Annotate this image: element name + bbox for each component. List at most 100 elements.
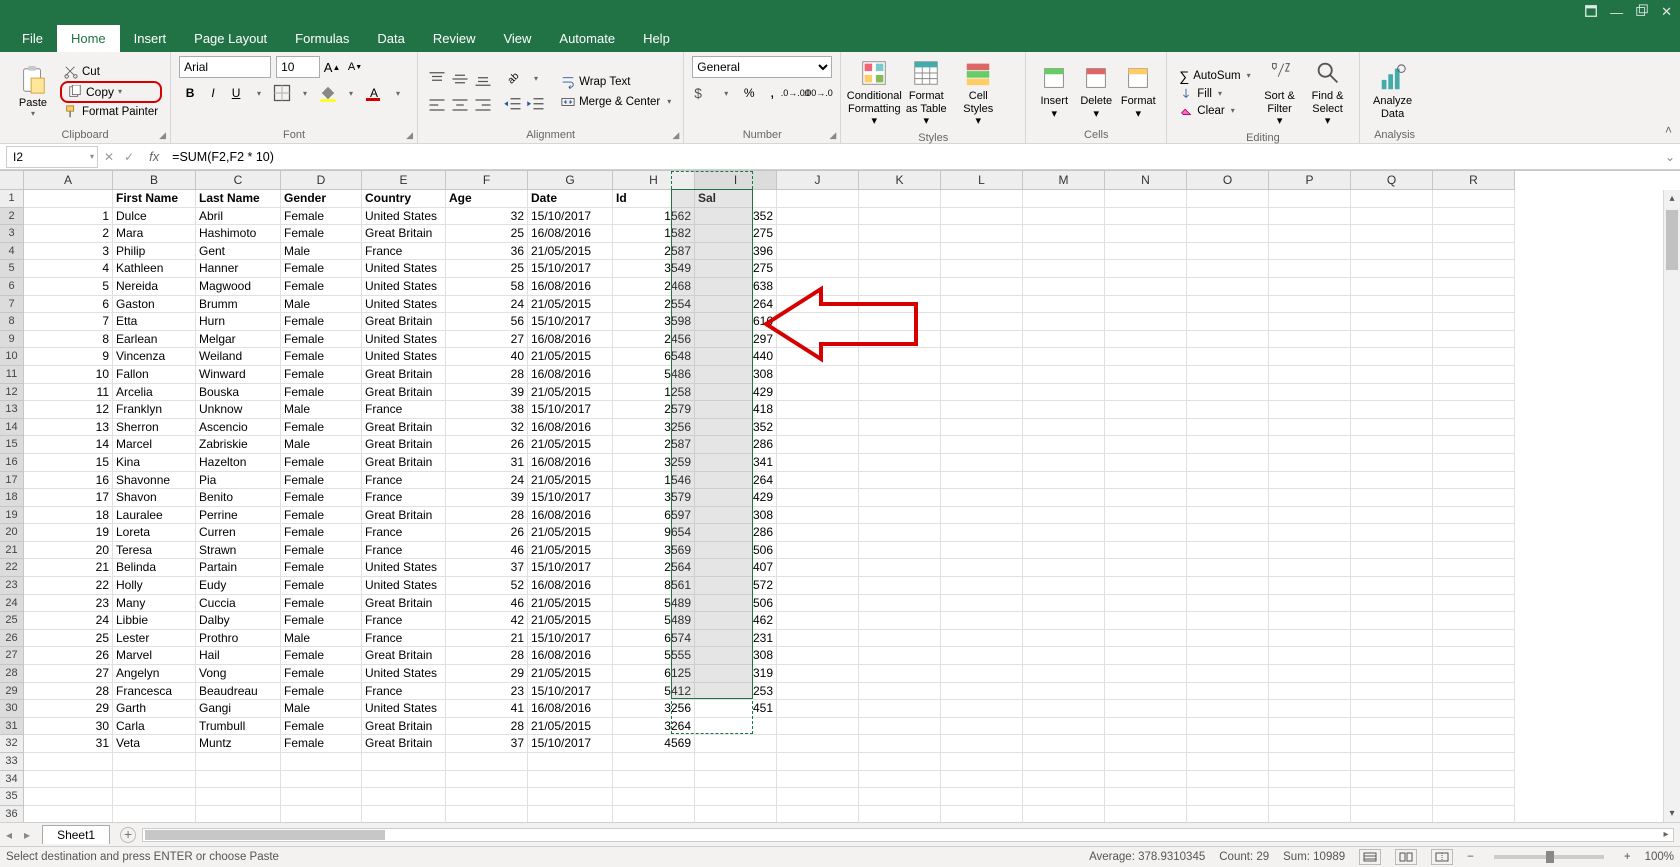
cell[interactable]: 46	[446, 595, 528, 613]
cell[interactable]: 451	[695, 700, 777, 718]
cell[interactable]	[859, 806, 941, 822]
cell[interactable]	[528, 771, 613, 789]
cell[interactable]	[941, 190, 1023, 208]
cell[interactable]	[941, 208, 1023, 226]
cell[interactable]: 308	[695, 647, 777, 665]
cell[interactable]	[859, 278, 941, 296]
cell[interactable]	[1105, 524, 1187, 542]
row-header[interactable]: 35	[0, 788, 24, 806]
cell[interactable]	[1351, 507, 1433, 525]
cell[interactable]	[1433, 208, 1515, 226]
cell[interactable]	[941, 384, 1023, 402]
cell[interactable]: 13	[24, 419, 113, 437]
menu-tab-file[interactable]: File	[8, 25, 57, 52]
cell[interactable]: 41	[446, 700, 528, 718]
percent-format-icon[interactable]: %	[738, 82, 760, 104]
cell[interactable]	[777, 489, 859, 507]
cell[interactable]: Melgar	[196, 331, 281, 349]
cell[interactable]: Great Britain	[362, 436, 446, 454]
cell[interactable]	[1351, 454, 1433, 472]
cell[interactable]: Female	[281, 384, 362, 402]
cell[interactable]: 286	[695, 436, 777, 454]
cell[interactable]: Female	[281, 348, 362, 366]
cell[interactable]	[941, 489, 1023, 507]
cell[interactable]: 14	[24, 436, 113, 454]
col-header-H[interactable]: H	[613, 171, 695, 190]
cell[interactable]	[1187, 524, 1269, 542]
cell[interactable]: 9654	[613, 524, 695, 542]
cell[interactable]	[1269, 753, 1351, 771]
cell[interactable]	[1351, 296, 1433, 314]
cell[interactable]: Great Britain	[362, 507, 446, 525]
cell[interactable]	[1023, 612, 1105, 630]
cell[interactable]	[1351, 665, 1433, 683]
cell[interactable]: 15/10/2017	[528, 559, 613, 577]
align-center-icon[interactable]	[449, 94, 471, 116]
cell[interactable]	[1269, 771, 1351, 789]
cell[interactable]	[777, 735, 859, 753]
cell[interactable]: 28	[446, 647, 528, 665]
cell[interactable]	[1351, 348, 1433, 366]
cell[interactable]	[1105, 507, 1187, 525]
cell[interactable]: 3256	[613, 419, 695, 437]
cell[interactable]	[777, 788, 859, 806]
column-headers[interactable]: ABCDEFGHIJKLMNOPQR	[24, 171, 1515, 190]
cell[interactable]	[941, 700, 1023, 718]
italic-button[interactable]: I	[202, 82, 224, 104]
cell[interactable]	[1105, 260, 1187, 278]
cell[interactable]: Vong	[196, 665, 281, 683]
cell[interactable]: Vincenza	[113, 348, 196, 366]
cell[interactable]	[1187, 647, 1269, 665]
cell[interactable]	[1433, 225, 1515, 243]
cell[interactable]	[1351, 401, 1433, 419]
cell[interactable]: France	[362, 401, 446, 419]
cell[interactable]: 21/05/2015	[528, 595, 613, 613]
cell[interactable]	[1269, 718, 1351, 736]
cell[interactable]	[1433, 436, 1515, 454]
cell[interactable]	[1105, 225, 1187, 243]
cell[interactable]	[1433, 401, 1515, 419]
cell[interactable]	[941, 507, 1023, 525]
cell[interactable]: 37	[446, 559, 528, 577]
cell[interactable]	[362, 788, 446, 806]
sheet-nav-prev-icon[interactable]: ◂	[0, 828, 18, 842]
row-header[interactable]: 14	[0, 419, 24, 437]
cell[interactable]	[941, 296, 1023, 314]
cell[interactable]: Male	[281, 700, 362, 718]
cell[interactable]: 39	[446, 384, 528, 402]
cell[interactable]: Country	[362, 190, 446, 208]
row-header[interactable]: 32	[0, 735, 24, 753]
cell[interactable]	[1023, 260, 1105, 278]
cell[interactable]: Male	[281, 296, 362, 314]
cell[interactable]: 4569	[613, 735, 695, 753]
cell[interactable]	[1433, 595, 1515, 613]
row-header[interactable]: 29	[0, 683, 24, 701]
cell[interactable]: Great Britain	[362, 419, 446, 437]
sheet-tab[interactable]: Sheet1	[42, 825, 110, 844]
cell[interactable]: Female	[281, 225, 362, 243]
cell[interactable]: 23	[446, 683, 528, 701]
cell[interactable]	[1269, 700, 1351, 718]
cell[interactable]: Beaudreau	[196, 683, 281, 701]
cell[interactable]: Male	[281, 401, 362, 419]
cell[interactable]	[1433, 683, 1515, 701]
accounting-format-icon[interactable]: $	[692, 82, 714, 104]
align-right-icon[interactable]	[472, 94, 494, 116]
cell[interactable]: Abril	[196, 208, 281, 226]
cell[interactable]	[1433, 384, 1515, 402]
cell[interactable]: Great Britain	[362, 595, 446, 613]
cell[interactable]	[941, 788, 1023, 806]
cell[interactable]	[113, 771, 196, 789]
cell[interactable]	[1023, 771, 1105, 789]
cell[interactable]	[1269, 436, 1351, 454]
orientation-more-icon[interactable]: ▾	[525, 68, 547, 90]
cell[interactable]: France	[362, 489, 446, 507]
cell[interactable]	[281, 753, 362, 771]
cell[interactable]	[1351, 384, 1433, 402]
cell[interactable]	[1269, 665, 1351, 683]
cell[interactable]	[859, 489, 941, 507]
cell[interactable]	[859, 260, 941, 278]
cell[interactable]	[777, 630, 859, 648]
cell[interactable]: 6	[24, 296, 113, 314]
cell[interactable]	[1105, 577, 1187, 595]
